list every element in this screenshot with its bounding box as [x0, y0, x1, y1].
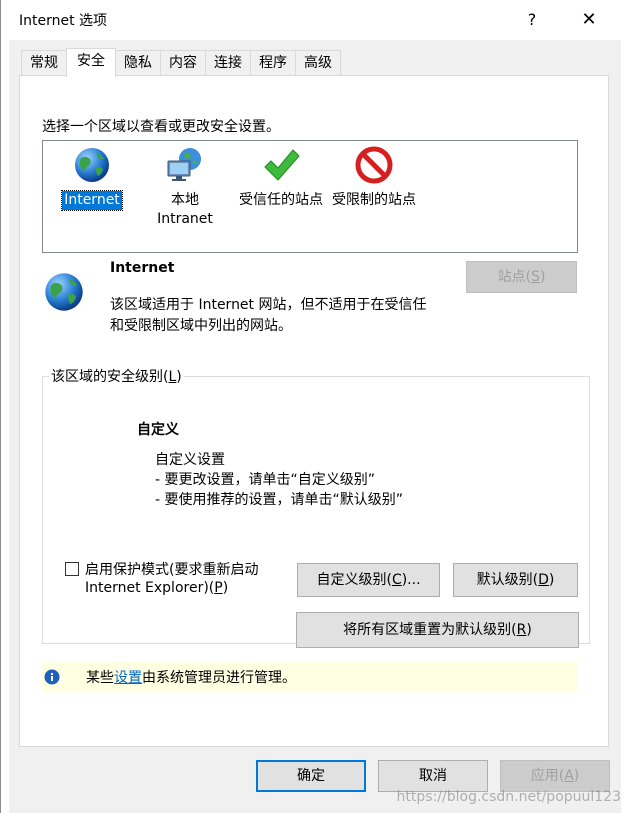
dialog-client: 常规 安全 隐私 内容 连接 程序 高级 选择一个区域以查看或更改安全设置。 I…	[9, 40, 621, 813]
settings-link[interactable]: 设置	[114, 670, 142, 686]
selected-zone-globe-icon	[45, 273, 83, 311]
tab-general[interactable]: 常规	[21, 50, 67, 76]
tab-privacy[interactable]: 隐私	[115, 50, 161, 76]
tab-content[interactable]: 内容	[160, 50, 206, 76]
security-tab-panel: 选择一个区域以查看或更改安全设置。 Internet 本地 Intranet 受…	[19, 75, 609, 747]
zone-prompt: 选择一个区域以查看或更改安全设置。	[42, 119, 280, 135]
zone-internet-label: Internet	[61, 190, 123, 211]
security-level-bullet-1: - 要更改设置，请单击“自定义级别”	[155, 472, 376, 488]
security-level-bullet-2: - 要使用推荐的设置，请单击“默认级别”	[155, 492, 404, 508]
title-bar: Internet 选项 ? ✕	[1, 0, 627, 40]
selected-zone-desc-2: 和受限制区域中列出的网站。	[110, 318, 292, 334]
cancel-button[interactable]: 取消	[378, 760, 488, 792]
protected-mode-checkbox[interactable]	[65, 562, 79, 576]
reset-all-zones-button[interactable]: 将所有区域重置为默认级别(R)	[296, 612, 579, 648]
tab-strip: 常规 安全 隐私 内容 连接 程序 高级	[21, 48, 341, 77]
tab-advanced[interactable]: 高级	[295, 50, 341, 76]
apply-button[interactable]: 应用(A)	[500, 760, 610, 792]
zone-local-label-2: Intranet	[157, 211, 213, 227]
sites-button[interactable]: 站点(S)	[466, 261, 577, 293]
watermark-text: https://blog.csdn.net/popuul123	[396, 789, 621, 805]
security-level-name: 自定义	[137, 422, 179, 438]
close-button[interactable]: ✕	[575, 6, 603, 34]
protected-mode-label-2[interactable]: Internet Explorer)(P)	[85, 580, 228, 596]
zone-list[interactable]: Internet 本地 Intranet 受信任的站点 受限制的站点	[42, 140, 578, 253]
zone-local-label-1: 本地	[171, 192, 199, 208]
protected-mode-label-1[interactable]: 启用保护模式(要求重新启动	[85, 559, 258, 579]
zone-restricted-label: 受限制的站点	[332, 192, 416, 208]
info-icon	[44, 669, 60, 685]
no-entry-icon	[355, 146, 393, 184]
selected-zone-name: Internet	[110, 260, 175, 276]
window-title: Internet 选项	[19, 13, 108, 29]
checkmark-icon	[264, 149, 300, 181]
zone-local-intranet[interactable]: 本地 Intranet	[143, 145, 227, 229]
security-level-group-label: 该区域的安全级别(L)	[49, 366, 184, 386]
globe-icon	[75, 148, 109, 182]
tab-security[interactable]: 安全	[66, 48, 116, 77]
security-level-desc: 自定义设置	[155, 452, 225, 468]
default-level-button[interactable]: 默认级别(D)	[453, 563, 578, 597]
zone-restricted-sites[interactable]: 受限制的站点	[326, 145, 422, 210]
admin-info-bar: 某些设置由系统管理员进行管理。	[42, 662, 578, 692]
internet-options-dialog: Internet 选项 ? ✕ 常规 安全 隐私 内容 连接 程序 高级 选择一…	[0, 0, 627, 813]
custom-level-button[interactable]: 自定义级别(C)...	[297, 563, 440, 597]
ok-button[interactable]: 确定	[256, 760, 366, 792]
tab-programs[interactable]: 程序	[250, 50, 296, 76]
tab-connections[interactable]: 连接	[205, 50, 251, 76]
zone-internet[interactable]: Internet	[57, 145, 127, 211]
security-level-group: 该区域的安全级别(L) 自定义 自定义设置 - 要更改设置，请单击“自定义级别”…	[42, 366, 590, 644]
admin-info-text: 某些设置由系统管理员进行管理。	[86, 670, 296, 686]
selected-zone-desc-1: 该区域适用于 Internet 网站，但不适用于在受信任	[110, 297, 427, 313]
zone-trusted-sites[interactable]: 受信任的站点	[233, 145, 329, 210]
help-button[interactable]: ?	[519, 6, 545, 34]
zone-trusted-label: 受信任的站点	[239, 192, 323, 208]
network-computer-icon	[167, 148, 201, 181]
